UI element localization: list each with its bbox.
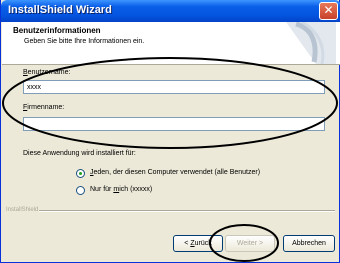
page-subtitle: Geben Sie bitte Ihre Informationen ein. [24, 38, 145, 45]
username-label: Benutzername: [23, 69, 71, 76]
next-button[interactable]: Weiter > [225, 235, 275, 252]
username-field[interactable]: xxxx [23, 80, 325, 94]
radio-button-checked[interactable] [76, 169, 85, 178]
company-label: Firmenname: [23, 104, 65, 111]
installshield-window: InstallShield Wizard ✕ Benutzerinformati… [0, 0, 340, 263]
radio-only-me-label: Nur für mich (xxxxx) [90, 186, 153, 193]
company-field[interactable] [23, 117, 325, 131]
install-for-label: Diese Anwendung wird installiert für: [23, 150, 136, 157]
window-title: InstallShield Wizard [8, 4, 112, 16]
footer-divider [39, 210, 335, 212]
title-bar: InstallShield Wizard ✕ [1, 0, 340, 22]
radio-all-users-label: Jeden, der diesen Computer verwendet (al… [90, 169, 261, 176]
page-title: Benutzerinformationen [13, 26, 101, 35]
radio-button[interactable] [76, 186, 85, 195]
close-icon: ✕ [323, 3, 334, 17]
installshield-brand: InstallShield [6, 207, 39, 213]
radio-all-users[interactable]: Jeden, der diesen Computer verwendet (al… [76, 169, 316, 179]
wizard-header: Benutzerinformationen Geben Sie bitte Ih… [2, 22, 340, 65]
close-button[interactable]: ✕ [319, 2, 338, 20]
back-button[interactable]: < Zurück [173, 235, 223, 252]
header-graphic [286, 22, 336, 64]
radio-only-me[interactable]: Nur für mich (xxxxx) [76, 186, 316, 196]
cancel-button[interactable]: Abbrechen [283, 235, 335, 252]
